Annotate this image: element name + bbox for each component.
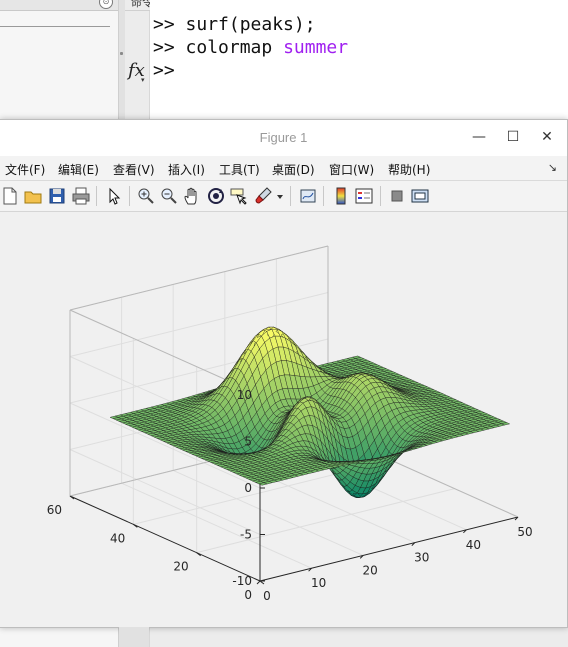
command-text: colormap <box>185 37 284 58</box>
z-tick-label: 5 <box>244 435 252 449</box>
rotate-3d-icon[interactable] <box>206 186 226 206</box>
y-tick-label: 40 <box>110 531 125 545</box>
show-plot-tools-icon[interactable] <box>410 186 430 206</box>
insert-colorbar-icon[interactable] <box>331 186 351 206</box>
x-tick-label: 30 <box>414 551 429 565</box>
command-line-3[interactable]: >> <box>153 60 175 81</box>
menu-file[interactable]: 文件(F) <box>5 161 45 178</box>
link-plot-icon[interactable] <box>298 186 318 206</box>
prompt: >> <box>153 60 175 81</box>
x-tick-label: 50 <box>517 525 532 539</box>
x-tick-label: 10 <box>311 576 326 590</box>
save-icon[interactable] <box>47 186 67 206</box>
figure-menubar: 文件(F) 编辑(E) 查看(V) 插入(I) 工具(T) 桌面(D) 窗口(W… <box>0 156 567 181</box>
hide-plot-tools-icon[interactable] <box>387 186 407 206</box>
minimize-button[interactable]: — <box>467 126 491 148</box>
toolbar-separator <box>380 186 381 206</box>
x-tick-label: 0 <box>263 589 271 603</box>
figure-toolbar <box>0 181 567 212</box>
command-line-1: >> surf(peaks); <box>153 14 316 35</box>
menu-view[interactable]: 查看(V) <box>113 161 155 178</box>
desktop-bottom <box>119 627 149 647</box>
pane-divider <box>0 26 110 27</box>
x-tick-label: 20 <box>363 563 378 577</box>
toolbar-separator <box>290 186 291 206</box>
y-axis-line <box>69 495 261 582</box>
new-figure-icon[interactable] <box>0 186 20 206</box>
surface-mesh <box>109 326 511 498</box>
z-tick-label: -5 <box>240 528 252 542</box>
menu-help[interactable]: 帮助(H) <box>388 161 430 178</box>
menu-tools[interactable]: 工具(T) <box>219 161 260 178</box>
plot-area[interactable]: 10 5 0 -5 -10 0 10 20 30 40 50 0 20 40 60 <box>0 212 567 627</box>
open-file-icon[interactable] <box>23 186 43 206</box>
prompt: >> <box>153 37 186 58</box>
menu-desktop[interactable]: 桌面(D) <box>272 161 315 178</box>
close-button[interactable]: ✕ <box>535 126 559 148</box>
z-tick-label: -10 <box>232 574 252 588</box>
menu-overflow-icon[interactable]: ↘ <box>548 161 557 174</box>
command-line-2: >> colormap summer <box>153 37 348 58</box>
edit-plot-arrow-icon[interactable] <box>104 186 124 206</box>
figure-titlebar[interactable]: Figure 1 — ☐ ✕ <box>0 120 567 156</box>
gridline <box>121 482 312 569</box>
zoom-out-icon[interactable] <box>159 186 179 206</box>
maximize-button[interactable]: ☐ <box>501 126 525 148</box>
surface-plot[interactable]: 1050-5-10010203040500204060 <box>0 212 567 627</box>
brush-dropdown-icon[interactable] <box>275 186 285 206</box>
command-argument: summer <box>283 37 349 58</box>
screen: ⊙ 命令行窗口 >> surf(peaks); >> colormap summ… <box>0 0 568 647</box>
x-tick-mark <box>256 580 261 585</box>
toolbar-separator <box>96 186 97 206</box>
function-browser-caret-icon: ▾ <box>141 76 145 84</box>
toolbar-separator <box>323 186 324 206</box>
z-tick-label: 10 <box>237 388 252 402</box>
y-tick-label: 60 <box>47 503 62 517</box>
y-tick-label: 0 <box>244 588 252 602</box>
y-tick-label: 20 <box>173 560 188 574</box>
x-tick-label: 40 <box>466 538 481 552</box>
axes-box-edge <box>69 245 329 311</box>
menu-window[interactable]: 窗口(W) <box>329 161 374 178</box>
command-text: surf(peaks); <box>185 14 316 35</box>
data-cursor-icon[interactable] <box>229 186 249 206</box>
brush-icon[interactable] <box>253 186 273 206</box>
toolbar-separator <box>129 186 130 206</box>
zoom-in-icon[interactable] <box>136 186 156 206</box>
pan-hand-icon[interactable] <box>182 186 202 206</box>
menu-edit[interactable]: 编辑(E) <box>58 161 99 178</box>
prompt: >> <box>153 14 186 35</box>
z-tick-label: 0 <box>244 481 252 495</box>
insert-legend-icon[interactable] <box>354 186 374 206</box>
figure-window: Figure 1 — ☐ ✕ 文件(F) 编辑(E) 查看(V) 插入(I) 工… <box>0 119 568 628</box>
splitter-grip <box>120 52 123 55</box>
menu-insert[interactable]: 插入(I) <box>168 161 205 178</box>
print-icon[interactable] <box>71 186 91 206</box>
